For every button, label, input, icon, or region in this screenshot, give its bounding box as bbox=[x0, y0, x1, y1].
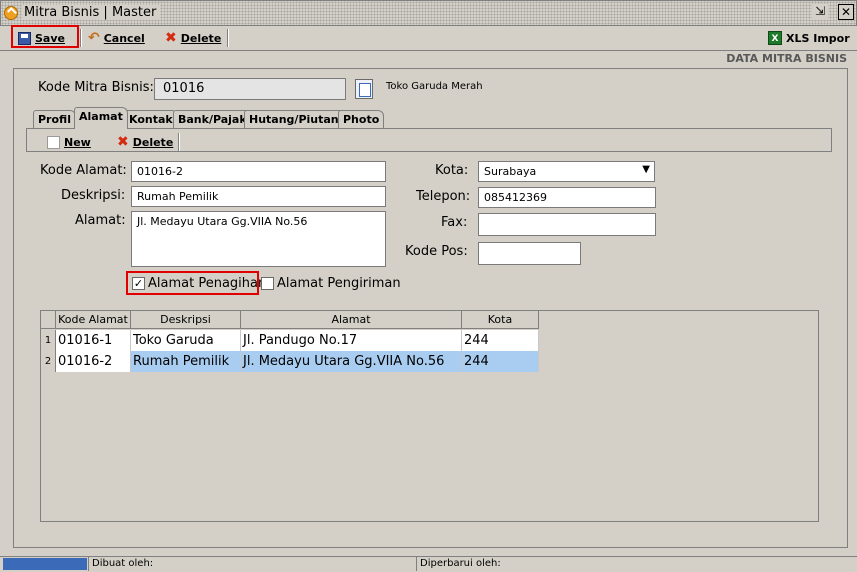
pengiriman-checkbox[interactable] bbox=[261, 277, 274, 290]
alamat-field[interactable]: Jl. Medayu Utara Gg.VIIA No.56 bbox=[131, 211, 386, 267]
partner-code-field[interactable]: 01016 bbox=[154, 78, 346, 100]
table-row-selected[interactable]: 2 01016-2 Rumah Pemilik Jl. Medayu Utara… bbox=[41, 351, 539, 372]
partner-name: Toko Garuda Merah bbox=[386, 81, 483, 92]
save-highlight bbox=[11, 25, 79, 48]
close-icon[interactable]: ✕ bbox=[838, 4, 854, 20]
telepon-field[interactable]: 085412369 bbox=[478, 187, 656, 208]
delete-address-label: Delete bbox=[132, 135, 174, 149]
delete-button[interactable]: ✖ Delete bbox=[165, 28, 221, 48]
kota-value: Surabaya bbox=[484, 165, 537, 178]
cell-kota: 244 bbox=[462, 351, 539, 372]
cell-alamat: Jl. Pandugo No.17 bbox=[241, 330, 462, 351]
new-label: New bbox=[64, 135, 91, 149]
grid-header-kota[interactable]: Kota bbox=[462, 311, 539, 329]
grid-header-deskripsi[interactable]: Deskripsi bbox=[131, 311, 241, 329]
cell-kode: 01016-1 bbox=[56, 330, 131, 351]
cancel-button[interactable]: ↶ Cancel bbox=[88, 28, 145, 48]
chevron-down-icon: ▼ bbox=[642, 164, 650, 175]
partner-code-label: Kode Mitra Bisnis: bbox=[38, 80, 154, 95]
grid-corner bbox=[41, 311, 56, 329]
kota-select[interactable]: Surabaya ▼ bbox=[478, 161, 655, 182]
window-title: Mitra Bisnis | Master bbox=[22, 5, 161, 20]
xls-label: XLS Impor bbox=[786, 31, 850, 45]
telepon-label: Telepon: bbox=[416, 189, 471, 204]
section-title: DATA MITRA BISNIS bbox=[726, 52, 847, 65]
new-icon bbox=[47, 135, 60, 149]
cancel-label: Cancel bbox=[103, 31, 145, 45]
undo-icon: ↶ bbox=[88, 30, 100, 46]
tab-profil[interactable]: Profil bbox=[33, 110, 76, 129]
toolbar-separator bbox=[227, 29, 229, 47]
tab-alamat[interactable]: Alamat bbox=[74, 107, 128, 129]
grid-header-kode[interactable]: Kode Alamat bbox=[56, 311, 131, 329]
fax-label: Fax: bbox=[441, 215, 468, 230]
tab-photo[interactable]: Photo bbox=[338, 110, 385, 129]
kode-alamat-field[interactable]: 01016-2 bbox=[131, 161, 386, 182]
created-by: Dibuat oleh: bbox=[88, 557, 153, 571]
tab-hutang-piutang[interactable]: Hutang/Piutang bbox=[244, 110, 352, 129]
deskripsi-label: Deskripsi: bbox=[61, 188, 126, 203]
document-icon bbox=[359, 83, 371, 97]
lookup-button[interactable] bbox=[355, 79, 373, 99]
kodepos-field[interactable] bbox=[478, 242, 581, 265]
app-icon bbox=[4, 6, 18, 20]
fax-field[interactable] bbox=[478, 213, 656, 236]
row-number: 2 bbox=[41, 351, 56, 372]
tab-bank-pajak[interactable]: Bank/Pajak bbox=[173, 110, 252, 129]
restore-icon[interactable]: ⇲ bbox=[812, 4, 828, 20]
delete-address-button[interactable]: ✖ Delete bbox=[117, 132, 173, 152]
kota-label: Kota: bbox=[435, 163, 469, 178]
cell-alamat: Jl. Medayu Utara Gg.VIIA No.56 bbox=[241, 351, 462, 372]
new-button[interactable]: New bbox=[47, 132, 91, 152]
table-row[interactable]: 1 01016-1 Toko Garuda Jl. Pandugo No.17 … bbox=[41, 330, 539, 351]
row-number: 1 bbox=[41, 330, 56, 351]
toolbar-separator bbox=[178, 133, 180, 151]
cell-deskripsi: Rumah Pemilik bbox=[131, 351, 241, 372]
pengiriman-label: Alamat Pengiriman bbox=[277, 276, 401, 291]
cell-kota: 244 bbox=[462, 330, 539, 351]
toolbar-separator bbox=[80, 29, 82, 47]
delete-icon: ✖ bbox=[117, 134, 129, 150]
cell-kode: 01016-2 bbox=[56, 351, 131, 372]
penagihan-label: Alamat Penagihan bbox=[148, 276, 267, 291]
delete-label: Delete bbox=[180, 31, 222, 45]
xls-import-button[interactable]: X XLS Impor bbox=[768, 28, 850, 48]
alamat-label: Alamat: bbox=[75, 213, 126, 228]
penagihan-checkbox[interactable]: ✓ bbox=[132, 277, 145, 290]
cell-deskripsi: Toko Garuda bbox=[131, 330, 241, 351]
updated-by: Diperbarui oleh: bbox=[416, 557, 501, 571]
delete-icon: ✖ bbox=[165, 30, 177, 46]
kode-alamat-label: Kode Alamat: bbox=[40, 163, 127, 178]
kodepos-label: Kode Pos: bbox=[405, 244, 468, 259]
tab-kontak[interactable]: Kontak bbox=[124, 110, 178, 129]
progress-indicator bbox=[3, 558, 87, 570]
deskripsi-field[interactable]: Rumah Pemilik bbox=[131, 186, 386, 207]
excel-icon: X bbox=[768, 31, 782, 45]
grid-header-alamat[interactable]: Alamat bbox=[241, 311, 462, 329]
